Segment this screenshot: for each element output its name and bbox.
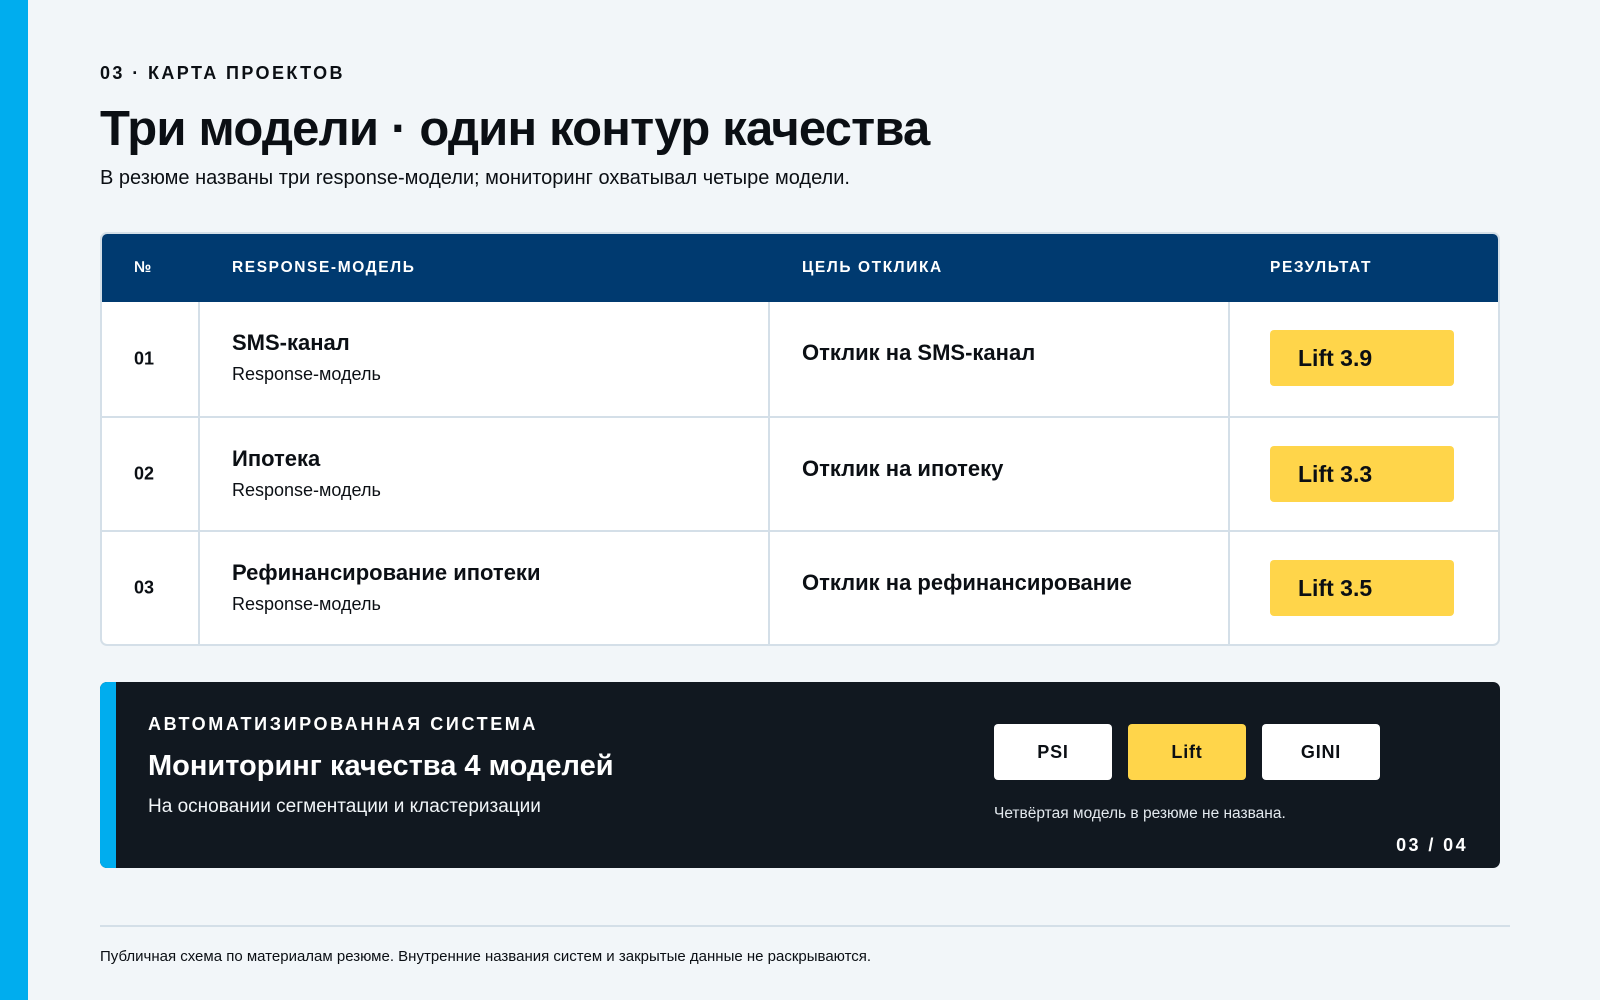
column-header-goal: ЦЕЛЬ ОТКЛИКА — [802, 259, 943, 276]
table-row: 01 SMS-канал Response-модель Отклик на S… — [102, 302, 1498, 416]
row-number-cell: 01 — [102, 302, 200, 416]
footer-note: Публичная схема по материалам резюме. Вн… — [100, 948, 872, 965]
goal-text: Отклик на рефинансирование — [802, 570, 1132, 595]
monitoring-panel: АВТОМАТИЗИРОВАННАЯ СИСТЕМА Мониторинг ка… — [100, 682, 1500, 868]
row-number: 01 — [134, 348, 155, 369]
column-header-result: РЕЗУЛЬТАТ — [1270, 259, 1373, 276]
panel-accent-bar — [100, 682, 116, 868]
goal-text: Отклик на SMS-канал — [802, 340, 1036, 365]
page-counter: 03 / 04 — [1396, 835, 1468, 855]
page-subtitle: В резюме названы три response-модели; мо… — [100, 167, 850, 189]
result-badge: Lift 3.5 — [1270, 560, 1454, 616]
model-type: Response-модель — [232, 594, 381, 614]
table-row: 03 Рефинансирование ипотеки Response-мод… — [102, 530, 1498, 644]
panel-note: Четвёртая модель в резюме не названа. — [994, 805, 1286, 822]
goal-cell: Отклик на SMS-канал — [770, 302, 1230, 416]
model-name: Рефинансирование ипотеки — [232, 560, 541, 585]
result-badge: Lift 3.9 — [1270, 330, 1454, 386]
row-number: 03 — [134, 577, 155, 598]
metric-chip-lift: Lift — [1128, 724, 1246, 780]
models-table: № RESPONSE-МОДЕЛЬ ЦЕЛЬ ОТКЛИКА РЕЗУЛЬТАТ… — [100, 232, 1500, 646]
panel-eyebrow: АВТОМАТИЗИРОВАННАЯ СИСТЕМА — [148, 714, 538, 734]
metric-chip-gini: GINI — [1262, 724, 1380, 780]
row-number-cell: 02 — [102, 418, 200, 530]
panel-title: Мониторинг качества 4 моделей — [148, 750, 614, 782]
row-number: 02 — [134, 463, 155, 484]
result-badge: Lift 3.3 — [1270, 446, 1454, 502]
model-type: Response-модель — [232, 364, 381, 384]
model-cell: Рефинансирование ипотеки Response-модель — [200, 532, 770, 644]
model-name: SMS-канал — [232, 330, 350, 355]
model-cell: Ипотека Response-модель — [200, 418, 770, 530]
goal-text: Отклик на ипотеку — [802, 456, 1004, 481]
result-cell: Lift 3.5 — [1230, 532, 1498, 644]
section-eyebrow: 03 · КАРТА ПРОЕКТОВ — [100, 63, 345, 83]
model-type: Response-модель — [232, 480, 381, 500]
result-cell: Lift 3.9 — [1230, 302, 1498, 416]
goal-cell: Отклик на ипотеку — [770, 418, 1230, 530]
model-cell: SMS-канал Response-модель — [200, 302, 770, 416]
result-cell: Lift 3.3 — [1230, 418, 1498, 530]
model-name: Ипотека — [232, 446, 321, 471]
left-accent-bar — [0, 0, 28, 1000]
table-row: 02 Ипотека Response-модель Отклик на ипо… — [102, 416, 1498, 530]
table-header: № RESPONSE-МОДЕЛЬ ЦЕЛЬ ОТКЛИКА РЕЗУЛЬТАТ — [102, 234, 1498, 302]
row-number-cell: 03 — [102, 532, 200, 644]
goal-cell: Отклик на рефинансирование — [770, 532, 1230, 644]
column-header-number: № — [134, 259, 153, 276]
metric-chip-psi: PSI — [994, 724, 1112, 780]
panel-description: На основании сегментации и кластеризации — [148, 796, 541, 817]
slide: 03 · КАРТА ПРОЕКТОВ Три модели · один ко… — [100, 0, 1510, 1000]
column-header-model: RESPONSE-МОДЕЛЬ — [232, 259, 416, 276]
page-title: Три модели · один контур качества — [100, 102, 930, 156]
footer-divider — [100, 925, 1510, 927]
